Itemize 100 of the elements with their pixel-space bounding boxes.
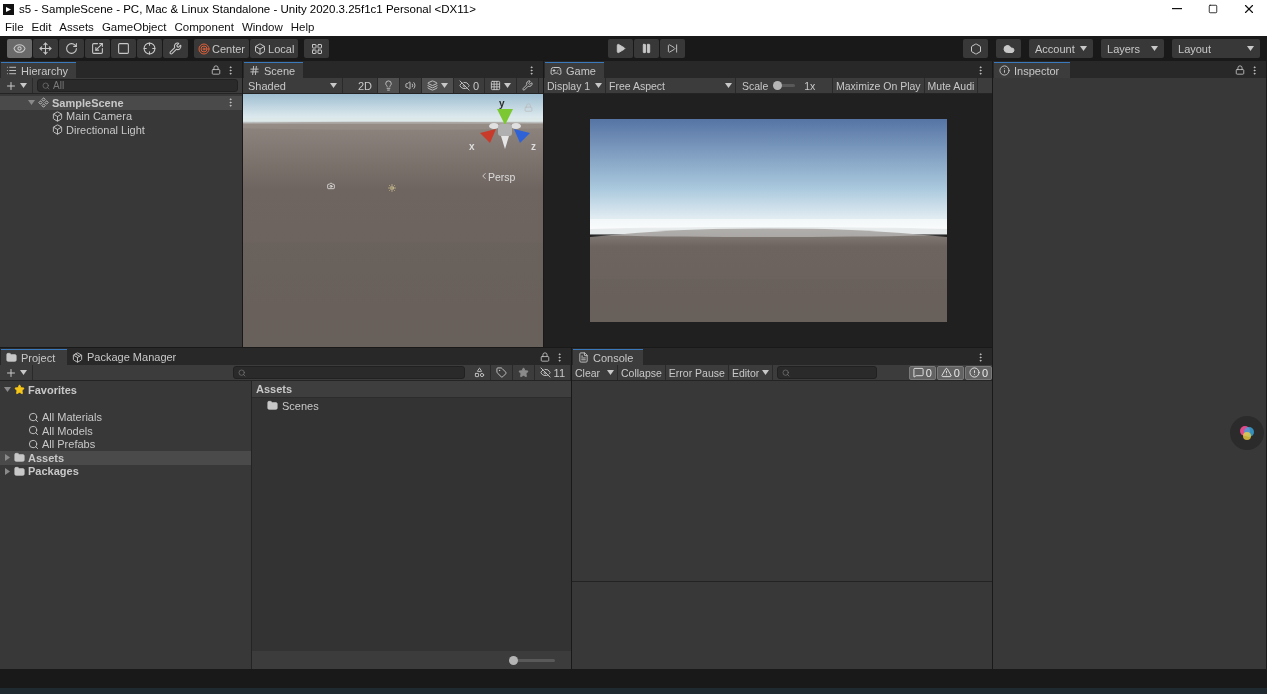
gamepad-icon — [550, 64, 562, 77]
expand-arrow-icon[interactable] — [28, 99, 35, 107]
tool-button[interactable] — [163, 39, 188, 58]
lightbulb-icon — [383, 80, 395, 91]
move-tool-icon — [39, 42, 52, 55]
error-icon — [968, 367, 980, 378]
panel-tab[interactable]: Project — [1, 349, 67, 365]
effects-button[interactable] — [422, 78, 455, 93]
wrench-icon — [522, 80, 534, 91]
tool-button[interactable] — [59, 39, 84, 58]
tool-button[interactable] — [85, 39, 110, 58]
list-icon — [6, 65, 17, 76]
expand-arrow-icon[interactable] — [4, 467, 11, 475]
panel-tab[interactable]: Game — [545, 62, 604, 78]
tree-item[interactable]: Assets — [0, 451, 251, 465]
dropdown[interactable]: Layout — [1172, 39, 1260, 58]
play-button[interactable] — [607, 39, 633, 58]
caret-icon — [1247, 46, 1254, 51]
panel-tab[interactable]: Inspector — [994, 62, 1070, 78]
menu-item[interactable]: Help — [286, 18, 319, 36]
expand-arrow-icon[interactable] — [4, 386, 11, 394]
tree-item[interactable]: Packages — [0, 464, 251, 478]
search-field[interactable] — [777, 366, 878, 379]
menu-item[interactable]: Edit — [27, 18, 56, 36]
search-field[interactable] — [233, 366, 465, 379]
tool-button[interactable] — [111, 39, 136, 58]
hexagon-icon — [969, 42, 982, 55]
panel-tab[interactable]: Package Manager — [67, 349, 185, 365]
lighting-button[interactable] — [378, 78, 401, 93]
search-icon — [28, 438, 39, 450]
search-icon — [238, 368, 246, 377]
tool-button[interactable] — [137, 39, 162, 58]
pause-icon — [640, 43, 652, 54]
search-icon — [42, 81, 50, 90]
document-icon — [578, 352, 589, 363]
lock-icon[interactable] — [540, 352, 550, 362]
menu-item[interactable]: Assets — [55, 18, 98, 36]
caret-icon — [607, 370, 614, 375]
aspect-dropdown[interactable]: Free Aspect — [606, 78, 736, 93]
search-icon — [28, 425, 39, 437]
dropdown[interactable]: Layers — [1101, 39, 1164, 58]
console-button[interactable]: Clear — [572, 365, 618, 380]
search-icon — [28, 411, 39, 423]
search-icon — [782, 368, 791, 377]
tool-button[interactable] — [33, 39, 58, 58]
pivot-button[interactable]: Local — [250, 39, 299, 58]
collab-button[interactable] — [963, 39, 988, 58]
tree-item[interactable]: All Models — [14, 424, 251, 438]
menu-item[interactable]: Window — [237, 18, 287, 36]
camera-icon — [327, 182, 335, 190]
expand-arrow-icon[interactable] — [4, 454, 11, 462]
tree-item[interactable]: All Prefabs — [14, 437, 251, 451]
panel-tab[interactable]: Console — [573, 349, 643, 365]
rotate-tool-icon — [65, 42, 78, 55]
tree-item[interactable]: SampleScene — [0, 96, 242, 110]
caret-icon — [1080, 46, 1087, 51]
log-count-button[interactable]: 0 — [936, 365, 964, 380]
panel-tab[interactable]: Hierarchy — [1, 62, 77, 78]
folder-icon — [14, 465, 25, 477]
minimize-icon — [1172, 8, 1182, 10]
tree-item[interactable]: Favorites — [0, 383, 251, 397]
plus-icon — [5, 366, 17, 379]
caret-icon — [20, 83, 27, 88]
tool-button[interactable] — [7, 39, 32, 58]
projection-label[interactable]: Persp — [488, 172, 516, 183]
toggle-button[interactable]: Maximize On Play — [833, 78, 925, 93]
scene-icon — [38, 97, 49, 109]
dropdown[interactable]: Account — [1029, 39, 1093, 58]
tree-item[interactable]: All Materials — [14, 410, 251, 424]
pivot-button[interactable]: Center — [194, 39, 250, 58]
slider-thumb[interactable] — [773, 81, 783, 90]
custom-tool-icon — [169, 42, 182, 55]
panel-tab[interactable]: Scene — [244, 62, 304, 78]
tree-item[interactable]: Main Camera — [14, 109, 242, 123]
log-count-button[interactable]: 0 — [908, 365, 936, 380]
menu-item[interactable]: GameObject — [97, 18, 171, 36]
plus-icon — [5, 79, 17, 92]
pause-button[interactable] — [633, 39, 659, 58]
step-button[interactable] — [659, 39, 685, 58]
lock-icon — [524, 103, 533, 112]
asset-item[interactable]: Scenes — [252, 398, 571, 413]
axis-label: z — [531, 142, 536, 152]
caret-icon — [441, 83, 449, 88]
log-count-button[interactable]: 0 — [964, 365, 992, 380]
caret-icon — [330, 83, 337, 88]
tree-item[interactable]: Directional Light — [14, 123, 242, 137]
snap-button[interactable] — [304, 39, 330, 58]
axis-label: x — [469, 142, 475, 152]
scale-slider[interactable]: Scale 1x — [739, 78, 833, 93]
display-dropdown[interactable]: Display 1 — [544, 78, 606, 93]
menu-item[interactable]: File — [1, 18, 28, 36]
lock-icon[interactable] — [1235, 65, 1245, 75]
lock-icon[interactable] — [211, 65, 221, 75]
info-icon — [912, 367, 924, 378]
menu-item[interactable]: Component — [170, 18, 238, 36]
console-button[interactable]: Collapse — [618, 365, 666, 380]
cloud-button[interactable] — [996, 39, 1021, 58]
caret-icon — [762, 370, 770, 375]
slider-thumb[interactable] — [509, 655, 518, 665]
caret-icon — [595, 83, 602, 88]
